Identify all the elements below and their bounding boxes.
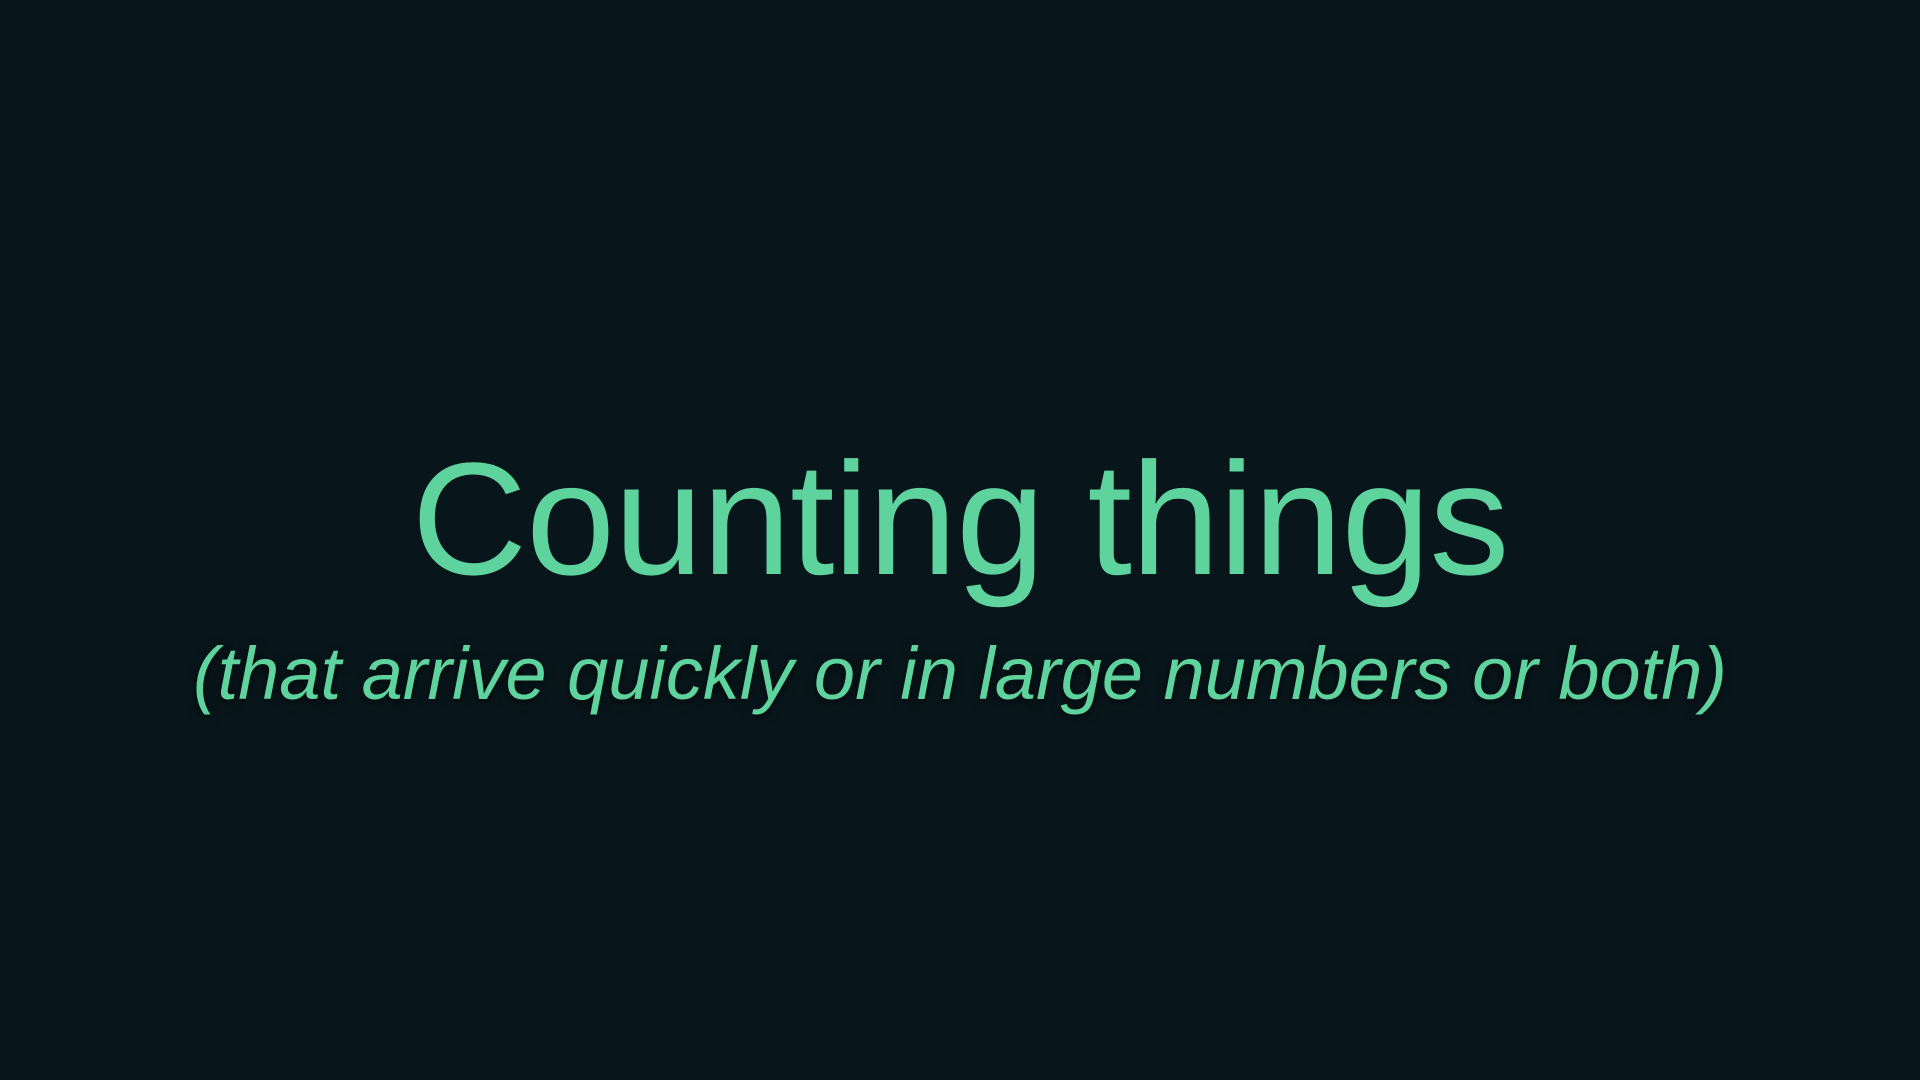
slide-title: Counting things bbox=[411, 429, 1510, 608]
slide: Counting things (that arrive quickly or … bbox=[0, 0, 1920, 1080]
slide-subtitle: (that arrive quickly or in large numbers… bbox=[192, 632, 1728, 715]
